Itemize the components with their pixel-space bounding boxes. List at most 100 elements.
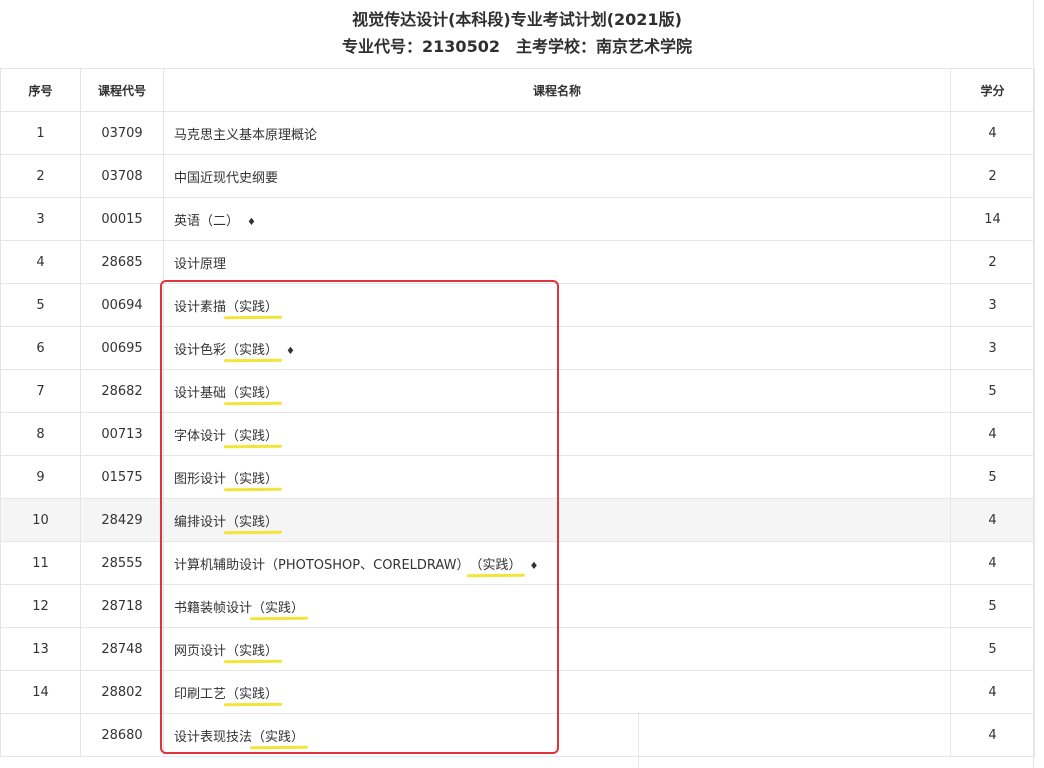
row-course-name: 设计色彩（实践） ♦	[163, 326, 951, 370]
row-credit: 4	[950, 541, 1035, 585]
row-code: 28802	[80, 670, 164, 714]
row-credit: 2	[950, 154, 1035, 198]
table-row: 4 28685 设计原理 2	[0, 240, 1035, 284]
page-header: 视觉传达设计(本科段)专业考试计划(2021版) 专业代号：2130502 主考…	[0, 0, 1034, 70]
row-course-name: 设计原理	[163, 240, 951, 284]
course-name-text: 设计素描	[174, 299, 227, 315]
row-no: 11	[0, 541, 81, 585]
row-credit: 4	[950, 670, 1035, 714]
row-course-name: 印刷工艺（实践）	[163, 670, 951, 714]
row-no: 8	[0, 412, 81, 456]
row-course-name: 网页设计（实践）	[163, 627, 951, 671]
row-course-name: 设计表现技法（实践）	[163, 713, 951, 757]
course-name-text: 设计表现技法	[174, 729, 253, 745]
row-code: 01575	[80, 455, 164, 499]
row-credit: 3	[950, 326, 1035, 370]
row-code: 28555	[80, 541, 164, 585]
course-name-text: 字体设计	[174, 428, 227, 444]
row-code: 28682	[80, 369, 164, 413]
exam-plan-table: 序号 课程代号 课程名称 学分 1 03709 马克思主义基本原理概论 4 2 03708…	[0, 68, 1035, 757]
row-no: 1	[0, 111, 81, 155]
row-code: 28718	[80, 584, 164, 628]
row-course-name: 马克思主义基本原理概论	[163, 111, 951, 155]
table-row: 8 00713 字体设计（实践） 4	[0, 412, 1035, 456]
row-credit: 4	[950, 111, 1035, 155]
diamond-icon: ♦	[529, 560, 539, 572]
row-course-name: 英语（二） ♦	[163, 197, 951, 241]
row-code: 00694	[80, 283, 164, 327]
table-row: 5 00694 设计素描（实践） 3	[0, 283, 1035, 327]
row-no: 3	[0, 197, 81, 241]
row-credit: 2	[950, 240, 1035, 284]
row-code: 28685	[80, 240, 164, 284]
practice-note: （实践）	[226, 382, 278, 401]
row-no: 2	[0, 154, 81, 198]
course-name-text: 设计色彩	[174, 342, 227, 358]
practice-note: （实践）	[226, 683, 278, 702]
practice-note: （实践）	[226, 640, 278, 659]
practice-note: （实践）	[469, 554, 521, 573]
practice-note: （实践）	[226, 296, 278, 315]
page-edge	[1033, 0, 1034, 768]
row-no: 7	[0, 369, 81, 413]
table-row: 14 28802 印刷工艺（实践） 4	[0, 670, 1035, 714]
row-code: 03708	[80, 154, 164, 198]
row-credit: 5	[950, 627, 1035, 671]
row-no: 9	[0, 455, 81, 499]
row-credit: 4	[950, 412, 1035, 456]
practice-note: （实践）	[226, 511, 278, 530]
row-code: 00695	[80, 326, 164, 370]
course-name-text: 网页设计	[174, 643, 227, 659]
practice-note: （实践）	[252, 597, 304, 616]
row-credit: 4	[950, 498, 1035, 542]
table-header-row: 序号 课程代号 课程名称 学分	[0, 68, 1035, 112]
table-row: 28680 设计表现技法（实践） 4	[0, 713, 1035, 757]
row-credit: 5	[950, 369, 1035, 413]
practice-note: （实践）	[252, 726, 304, 745]
table-row: 7 28682 设计基础（实践） 5	[0, 369, 1035, 413]
row-course-name: 计算机辅助设计（PHOTOSHOP、CORELDRAW）（实践） ♦	[163, 541, 951, 585]
table-row: 10 28429 编排设计（实践） 4	[0, 498, 1035, 542]
header-code: 课程代号	[80, 68, 164, 112]
table-row: 3 00015 英语（二） ♦ 14	[0, 197, 1035, 241]
row-credit: 4	[950, 713, 1035, 757]
row-no: 12	[0, 584, 81, 628]
row-credit: 5	[950, 455, 1035, 499]
row-code: 00015	[80, 197, 164, 241]
table-row: 6 00695 设计色彩（实践） ♦ 3	[0, 326, 1035, 370]
row-no	[0, 713, 81, 757]
row-course-name: 设计基础（实践）	[163, 369, 951, 413]
course-name-text: 印刷工艺	[174, 686, 227, 702]
row-credit: 5	[950, 584, 1035, 628]
row-code: 00713	[80, 412, 164, 456]
course-name-text: 英语（二）	[174, 213, 240, 229]
practice-note: （实践）	[226, 468, 278, 487]
table-row: 9 01575 图形设计（实践） 5	[0, 455, 1035, 499]
header-name: 课程名称	[163, 68, 951, 112]
row-code: 28429	[80, 498, 164, 542]
row-code: 28680	[80, 713, 164, 757]
table-row: 12 28718 书籍装帧设计（实践） 5	[0, 584, 1035, 628]
course-name-text: 设计原理	[174, 256, 227, 272]
row-no: 14	[0, 670, 81, 714]
row-no: 13	[0, 627, 81, 671]
course-name-text: 图形设计	[174, 471, 227, 487]
row-code: 03709	[80, 111, 164, 155]
course-name-text: 中国近现代史纲要	[174, 170, 279, 186]
course-name-text: 编排设计	[174, 514, 227, 530]
row-course-name: 图形设计（实践）	[163, 455, 951, 499]
row-code: 28748	[80, 627, 164, 671]
table-row: 11 28555 计算机辅助设计（PHOTOSHOP、CORELDRAW）（实践） ♦…	[0, 541, 1035, 585]
row-course-name: 字体设计（实践）	[163, 412, 951, 456]
row-no: 6	[0, 326, 81, 370]
row-no: 10	[0, 498, 81, 542]
row-course-name: 编排设计（实践）	[163, 498, 951, 542]
row-course-name: 中国近现代史纲要	[163, 154, 951, 198]
row-credit: 14	[950, 197, 1035, 241]
course-name-text: 马克思主义基本原理概论	[174, 127, 318, 143]
header-no: 序号	[0, 68, 81, 112]
table-row: 2 03708 中国近现代史纲要 2	[0, 154, 1035, 198]
row-credit: 3	[950, 283, 1035, 327]
row-no: 4	[0, 240, 81, 284]
row-course-name: 书籍装帧设计（实践）	[163, 584, 951, 628]
